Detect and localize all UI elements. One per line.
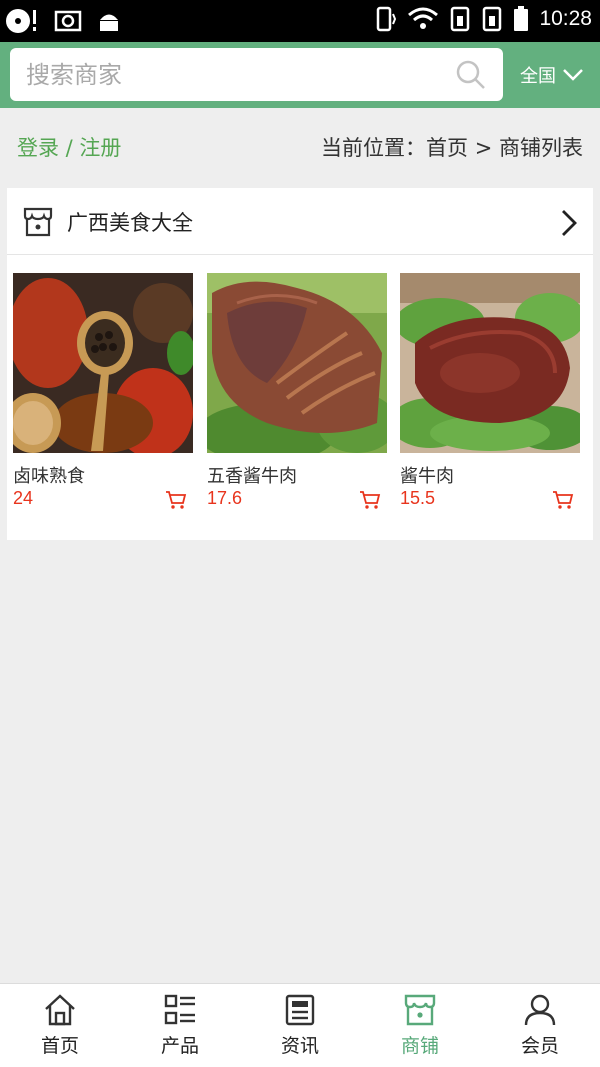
- login-register-link[interactable]: 登录 / 注册: [17, 132, 121, 162]
- bottom-nav: 首页 产品 资讯 商铺 会员: [0, 983, 600, 1067]
- breadcrumb: 当前位置：首页 > 商铺列表: [321, 136, 583, 160]
- status-bar: 10:28: [0, 0, 600, 42]
- battery-icon: [514, 6, 529, 31]
- product-name: 五香酱牛肉: [207, 466, 297, 487]
- product-image-spices[interactable]: [13, 273, 193, 453]
- product-card[interactable]: 五香酱牛肉 17.6: [207, 273, 387, 509]
- product-list-icon: [164, 994, 195, 1025]
- info-row: 登录 / 注册 当前位置：首页 > 商铺列表: [0, 108, 600, 182]
- product-image-braised-beef[interactable]: [400, 273, 580, 453]
- store-panel: 广西美食大全 卤味熟食 24 五香酱牛肉 17.6 酱牛肉 15.5: [7, 188, 593, 540]
- nav-item-products[interactable]: 产品: [120, 984, 240, 1067]
- product-name: 卤味熟食: [13, 466, 85, 487]
- nav-item-news[interactable]: 资讯: [240, 984, 360, 1067]
- product-image-sliced-beef[interactable]: [207, 273, 387, 453]
- home-icon: [45, 994, 75, 1026]
- nav-label: 会员: [520, 1035, 559, 1057]
- status-bar-time: 10:28: [539, 7, 592, 30]
- chevron-down-icon: [563, 69, 583, 81]
- nav-label: 资讯: [280, 1035, 319, 1057]
- cart-icon[interactable]: [165, 490, 187, 510]
- nav-item-home[interactable]: 首页: [0, 984, 120, 1067]
- nav-label: 产品: [160, 1035, 199, 1057]
- nav-label: 首页: [40, 1035, 79, 1057]
- search-icon[interactable]: [455, 59, 487, 91]
- nav-item-stores[interactable]: 商铺: [360, 984, 480, 1067]
- search-box[interactable]: [10, 48, 503, 101]
- cart-icon[interactable]: [359, 490, 381, 510]
- header-bar: 全国: [0, 42, 600, 108]
- vibrate-icon: [377, 6, 397, 32]
- cart-icon[interactable]: [552, 490, 574, 510]
- sim-signal-icon-2: [483, 6, 502, 32]
- news-icon: [285, 994, 315, 1026]
- store-header[interactable]: 广西美食大全: [7, 188, 593, 255]
- nav-label: 商铺: [400, 1035, 439, 1057]
- sim-signal-icon: [451, 6, 470, 32]
- search-input[interactable]: [26, 48, 446, 101]
- store-icon: [404, 994, 436, 1026]
- android-icon: [100, 14, 118, 31]
- member-icon: [524, 994, 556, 1026]
- store-name: 广西美食大全: [67, 211, 193, 235]
- region-label: 全国: [520, 66, 556, 87]
- screenshot-icon: [54, 10, 82, 32]
- chevron-right-icon[interactable]: [559, 208, 579, 238]
- region-selector[interactable]: 全国: [520, 62, 584, 88]
- status-bar-right-icons: 10:28: [373, 6, 592, 32]
- product-card[interactable]: 酱牛肉 15.5: [400, 273, 580, 509]
- wifi-icon: [408, 7, 439, 29]
- status-bar-left-icons: [4, 6, 122, 36]
- disc-icon: [6, 9, 36, 33]
- nav-item-member[interactable]: 会员: [480, 984, 600, 1067]
- shop-icon: [23, 207, 53, 237]
- product-card[interactable]: 卤味熟食 24: [13, 273, 193, 509]
- product-name: 酱牛肉: [400, 466, 454, 487]
